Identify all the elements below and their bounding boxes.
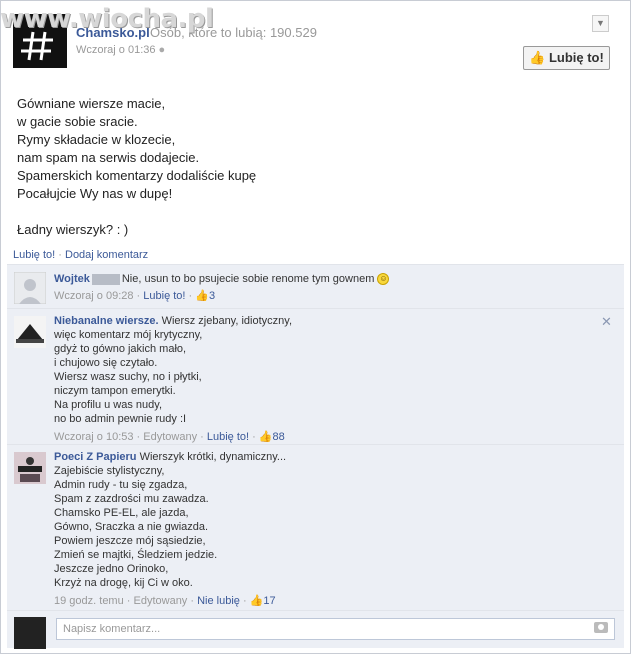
avatar[interactable] <box>14 316 46 348</box>
globe-icon: ● <box>158 44 166 56</box>
comment-item: Wojtek Nie, usun to bo psujecie sobie ren… <box>7 264 624 308</box>
like-page-button[interactable]: 👍 Lubię to! <box>523 46 610 70</box>
post-time-text[interactable]: Wczoraj o 01:36 <box>76 44 155 56</box>
thumbs-up-icon: 👍 <box>249 595 264 607</box>
comment-line: niczym tampon emerytki. <box>54 385 176 397</box>
poem-line: Spamerskich komentarzy dodaliście kupę <box>17 168 257 183</box>
comment-line: Wiersz wasz suchy, no i płytki, <box>54 371 202 383</box>
comment-text: Wiersz zjebany, idiotyczny, <box>161 315 293 327</box>
poem-line: Ładny wierszyk? : ) <box>17 222 129 237</box>
comment-placeholder: Napisz komentarz... <box>63 623 161 635</box>
smiley-icon: ☺ <box>377 273 390 286</box>
comment-line: Krzyż na drogę, kij Ci w oko. <box>54 577 193 589</box>
comments-section: Wojtek Nie, usun to bo psujecie sobie ren… <box>7 264 624 649</box>
post-timestamp[interactable]: Wczoraj o 01:36 ● <box>76 44 165 56</box>
comment-text: Nie, usun to bo psujecie sobie renome ty… <box>121 273 375 285</box>
comment-item: Poeci Z Papieru Wierszyk krótki, dynamic… <box>7 444 624 610</box>
comment-likes-count[interactable]: 👍17 <box>250 595 276 607</box>
comment-line: Chamsko PE-EL, ale jazda, <box>54 507 189 519</box>
poem-line: w gacie sobie sracie. <box>17 114 138 129</box>
comment-line: więc komentarz mój krytyczny, <box>54 329 203 341</box>
write-comment-row: Napisz komentarz... <box>7 610 624 649</box>
poem-line: Gówniane wiersze macie, <box>17 96 166 111</box>
likes-number: 17 <box>263 595 276 607</box>
comment-likes-count[interactable]: 👍3 <box>195 290 215 302</box>
poem-line: Pocałujcie Wy nas w dupę! <box>17 186 173 201</box>
chevron-down-icon[interactable]: ▼ <box>592 15 609 32</box>
avatar[interactable] <box>14 452 46 484</box>
poem-line <box>17 203 256 221</box>
comment-unlike-link[interactable]: Nie lubię <box>197 595 240 607</box>
add-comment-link[interactable]: Dodaj komentarz <box>65 249 148 261</box>
comment-line: Admin rudy - tu się zgadza, <box>54 479 188 491</box>
comment-body: Poeci Z Papieru Wierszyk krótki, dynamic… <box>54 451 287 607</box>
thumbs-up-icon: 👍 <box>195 290 209 302</box>
thumbs-up-icon: 👍 <box>258 431 273 443</box>
avatar <box>14 617 46 649</box>
comment-line: Zmień se majtki, Śledziem jedzie. <box>54 549 218 561</box>
poem-line: Rymy składacie w klozecie, <box>17 132 176 147</box>
thumbs-up-icon: 👍 <box>529 50 546 65</box>
avatar[interactable] <box>13 271 47 305</box>
comment-line: Spam z zazdrości mu zawadza. <box>54 493 209 505</box>
comment-line: no bo admin pewnie rudy :I <box>54 413 187 425</box>
hat-avatar-icon <box>14 316 46 348</box>
comment-like-link[interactable]: Lubię to! <box>207 431 249 443</box>
camera-icon[interactable] <box>594 622 608 633</box>
comment-item: Niebanalne wiersze. Wiersz zjebany, idio… <box>7 308 624 444</box>
comment-line: Na profilu u was nudy, <box>54 399 163 411</box>
comment-input[interactable]: Napisz komentarz... <box>56 618 615 640</box>
post-actions: Lubię to! · Dodaj komentarz <box>13 249 148 261</box>
like-post-link[interactable]: Lubię to! <box>13 249 55 261</box>
comment-author[interactable]: Poeci Z Papieru <box>54 451 137 463</box>
paper-avatar-icon <box>14 452 46 484</box>
close-icon[interactable]: ✕ <box>601 314 612 330</box>
like-page-label: Lubię to! <box>548 50 604 65</box>
comment-line: gdyż to gówno jakich mało, <box>54 343 187 355</box>
likes-number: 88 <box>272 431 285 443</box>
post-text: Gówniane wiersze macie, w gacie sobie sr… <box>17 95 256 239</box>
comment-line: Powiem jeszcze mój sąsiedzie, <box>54 535 206 547</box>
comment-author[interactable]: Niebanalne wiersze. <box>54 315 159 327</box>
likes-number: 3 <box>208 290 216 302</box>
default-avatar-icon <box>13 271 47 305</box>
comment-like-link[interactable]: Lubię to! <box>143 290 185 302</box>
comment-line: i chujowo się czytało. <box>54 357 158 369</box>
comment-line: Zajebiście stylistyczny, <box>54 465 165 477</box>
comment-time[interactable]: Wczoraj o 09:28 <box>54 290 133 302</box>
comment-body: Niebanalne wiersze. Wiersz zjebany, idio… <box>54 315 293 443</box>
comment-time[interactable]: 19 godz. temu <box>54 595 124 607</box>
comment-time[interactable]: Wczoraj o 10:53 <box>54 431 133 443</box>
redacted-name <box>91 273 120 285</box>
comment-line: Jeszcze jedno Orinoko, <box>54 563 169 575</box>
comment-likes-count[interactable]: 👍88 <box>259 431 285 443</box>
watermark: www.wiocha.pl <box>0 4 214 34</box>
separator-dot: · <box>58 249 65 261</box>
edited-label: Edytowany <box>143 431 198 443</box>
comment-text: Wierszyk krótki, dynamiczny... <box>139 451 287 463</box>
poem-line: nam spam na serwis dodajecie. <box>17 150 200 165</box>
edited-label: Edytowany <box>133 595 188 607</box>
comment-author[interactable]: Wojtek <box>54 273 90 285</box>
comment-line: Gówno, Sraczka a nie gwiazda. <box>54 521 209 533</box>
comment-body: Wojtek Nie, usun to bo psujecie sobie ren… <box>54 273 390 302</box>
